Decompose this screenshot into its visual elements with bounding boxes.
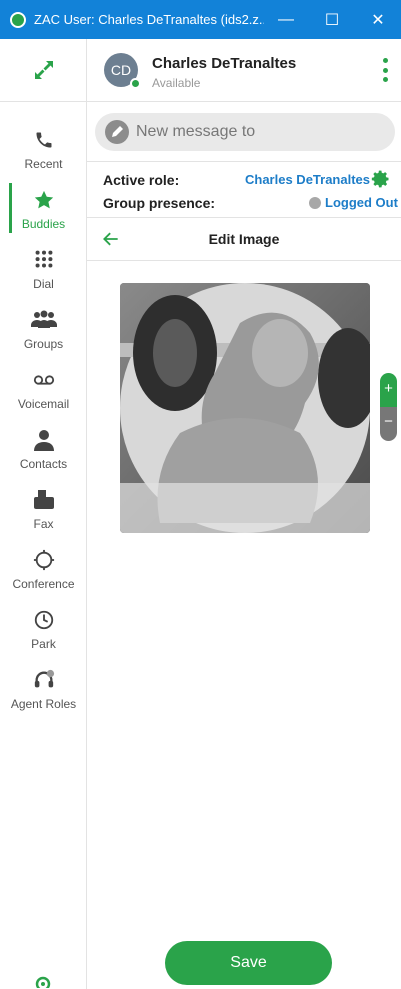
voicemail-icon — [31, 369, 57, 391]
sidebar-item-label: Agent Roles — [10, 697, 77, 711]
app-logo-icon — [10, 11, 26, 28]
sidebar-item-label: Voicemail — [17, 397, 70, 411]
sidebar-item-label: Contacts — [19, 457, 68, 471]
edit-image-header: Edit Image — [87, 217, 401, 261]
maximize-button[interactable]: ☐ — [309, 0, 355, 39]
new-message-placeholder: New message to — [136, 123, 256, 140]
groups-icon — [30, 309, 57, 331]
fax-icon — [31, 489, 57, 511]
window-title: ZAC User: Charles DeTranaltes (ids2.z... — [34, 12, 264, 27]
headset-icon — [31, 669, 57, 691]
sidebar-item-label: Groups — [23, 337, 64, 351]
main-panel: CD Charles DeTranaltes Available New mes… — [87, 39, 401, 989]
logged-out-status-dot — [309, 197, 321, 209]
zoom-control: + − — [380, 373, 397, 441]
expand-arrows-icon — [34, 61, 53, 79]
sidebar-item-buddies[interactable]: Buddies — [0, 183, 87, 243]
contact-icon — [31, 429, 57, 451]
zoom-out-button[interactable]: − — [380, 407, 397, 441]
weightlifter-photo — [120, 283, 370, 533]
role-panel: Active role: Charles DeTranaltes Group p… — [87, 161, 401, 216]
sidebar-item-label: Recent — [24, 157, 63, 171]
sidebar-item-dial[interactable]: Dial — [0, 243, 87, 303]
gear-icon[interactable] — [371, 169, 391, 189]
more-options-icon[interactable] — [383, 58, 389, 82]
crop-image-canvas[interactable] — [120, 283, 370, 533]
sidebar-item-label: Buddies — [21, 217, 66, 231]
sidebar-item-groups[interactable]: Groups — [0, 303, 87, 363]
active-role-value[interactable]: Charles DeTranaltes — [245, 172, 370, 187]
expand-button[interactable] — [0, 39, 87, 102]
close-button[interactable]: ✕ — [355, 0, 401, 39]
sidebar-item-voicemail[interactable]: Voicemail — [0, 363, 87, 423]
sidebar-item-park[interactable]: Park — [0, 603, 87, 663]
sidebar-item-recent[interactable]: Recent — [0, 123, 87, 183]
window-titlebar: ZAC User: Charles DeTranaltes (ids2.z...… — [0, 0, 401, 39]
phone-icon — [31, 129, 57, 151]
sidebar: Recent Buddies Dial Groups Voicemail Con… — [0, 39, 87, 989]
sidebar-item-contacts[interactable]: Contacts — [0, 423, 87, 483]
status-ring-icon[interactable] — [35, 976, 51, 988]
minimize-button[interactable]: — — [263, 0, 309, 39]
save-button[interactable]: Save — [165, 941, 332, 985]
profile-name: Charles DeTranaltes — [152, 55, 297, 72]
sidebar-item-label: Fax — [33, 517, 54, 531]
edit-image-title: Edit Image — [208, 231, 280, 247]
sidebar-item-agent-roles[interactable]: Agent Roles — [0, 663, 87, 723]
profile-header: CD Charles DeTranaltes Available — [87, 39, 401, 102]
conference-icon — [31, 549, 57, 571]
star-icon — [31, 189, 57, 211]
sidebar-item-label: Park — [31, 637, 56, 651]
sidebar-item-fax[interactable]: Fax — [0, 483, 87, 543]
group-presence-label: Group presence: — [103, 195, 216, 211]
sidebar-item-label: Conference — [12, 577, 75, 591]
zoom-in-button[interactable]: + — [380, 373, 397, 407]
profile-status[interactable]: Available — [152, 76, 200, 90]
pencil-icon — [105, 120, 129, 144]
sidebar-item-label: Dial — [33, 277, 54, 291]
new-message-input[interactable]: New message to — [95, 113, 395, 151]
dialpad-icon — [31, 249, 57, 271]
presence-indicator — [130, 78, 141, 89]
clock-icon — [31, 609, 57, 631]
active-role-label: Active role: — [103, 172, 180, 188]
group-presence-value[interactable]: Logged Out — [325, 195, 398, 210]
sidebar-item-conference[interactable]: Conference — [0, 543, 87, 603]
